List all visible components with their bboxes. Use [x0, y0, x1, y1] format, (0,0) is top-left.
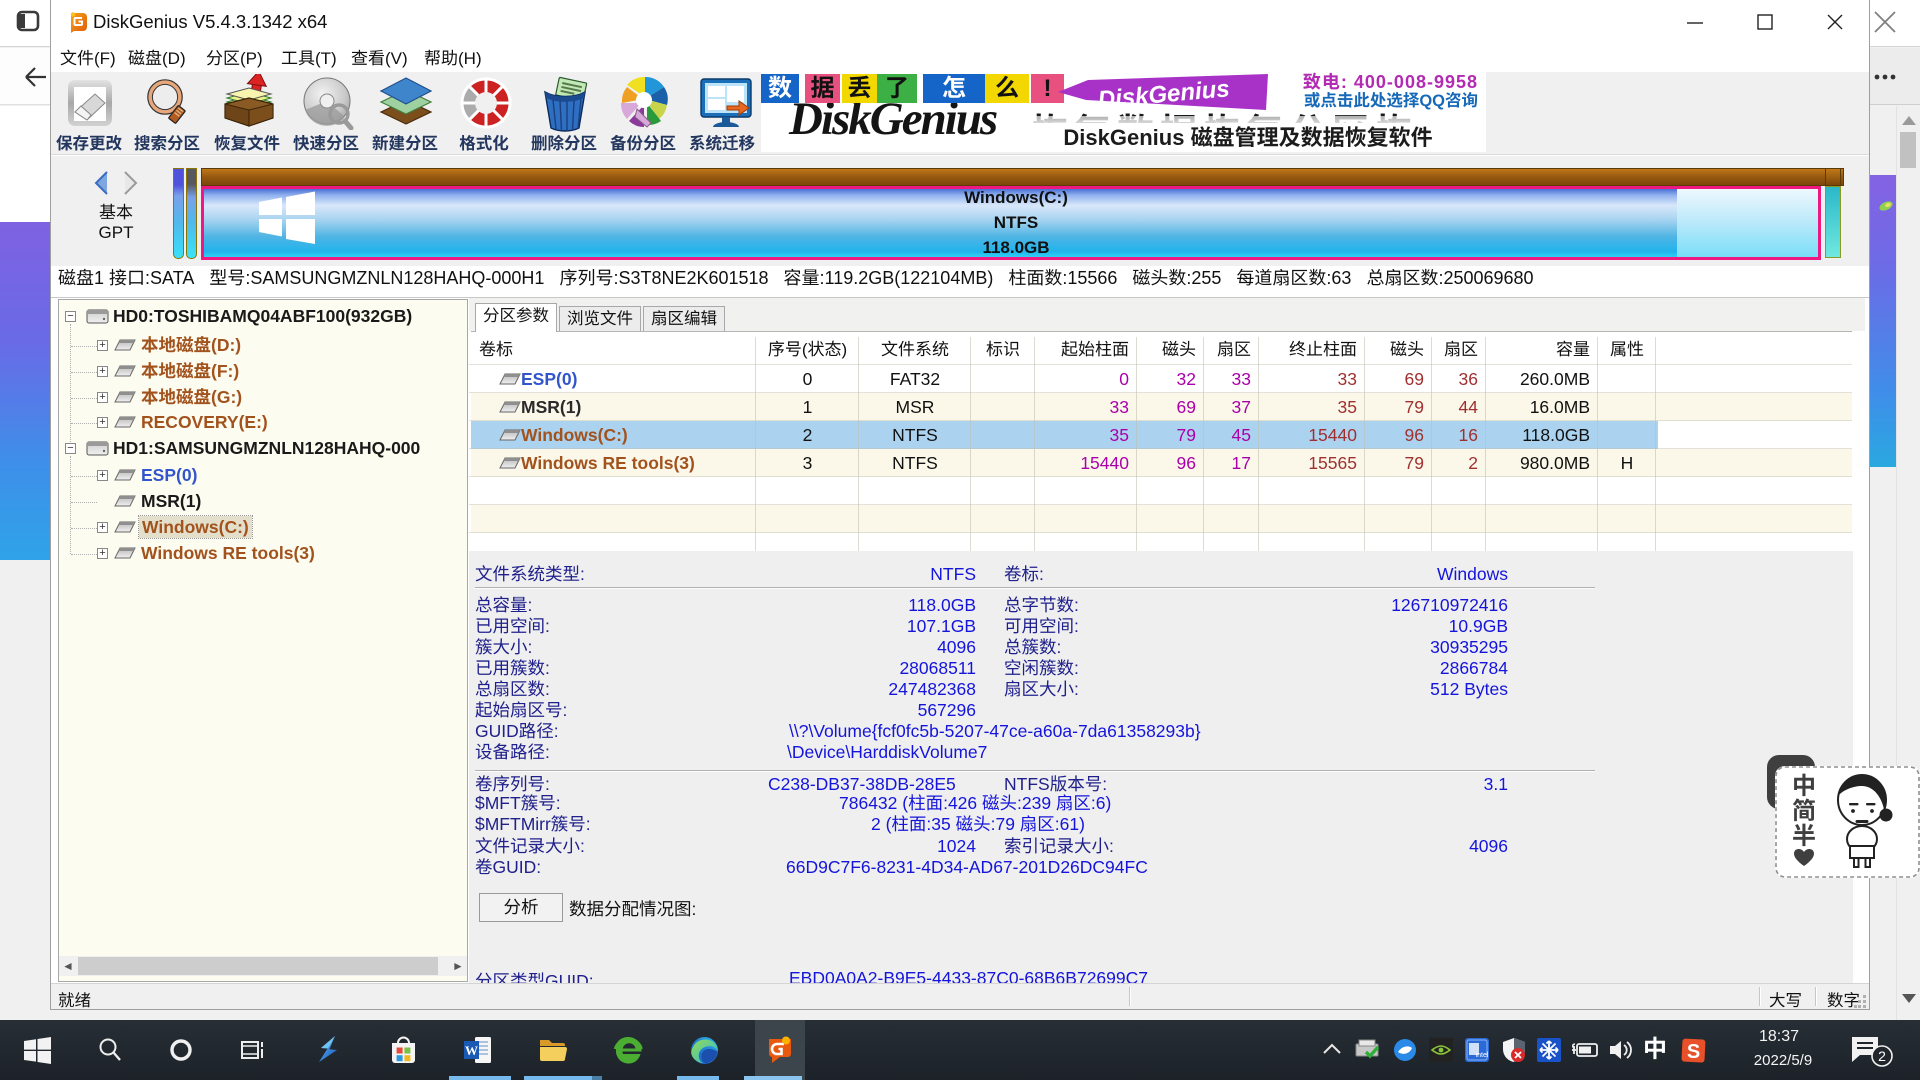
- svg-text:S: S: [1687, 1041, 1700, 1063]
- svg-text:2: 2: [1878, 1048, 1886, 1064]
- svg-text:intel: intel: [1476, 1052, 1489, 1059]
- svg-text:W: W: [465, 1043, 478, 1058]
